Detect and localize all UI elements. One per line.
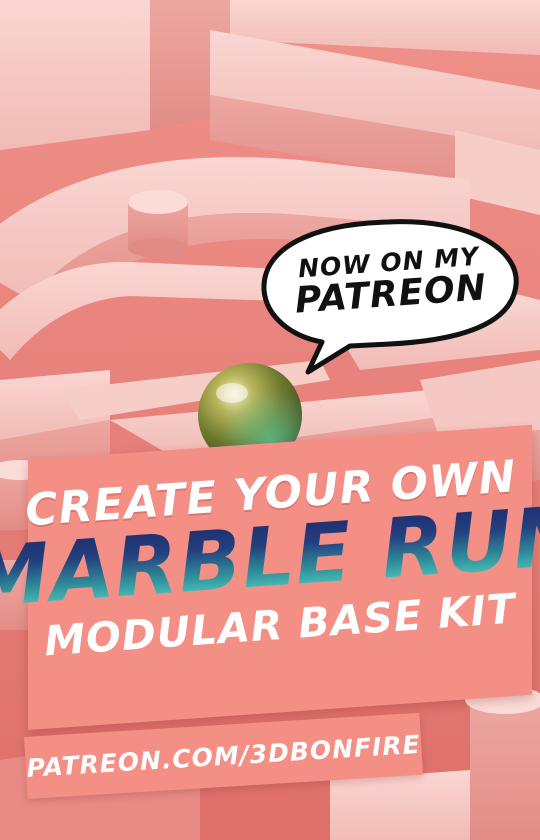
patreon-url[interactable]: PATREON.COM/3DBONFIRE bbox=[26, 729, 422, 782]
cylinder-peg bbox=[128, 190, 188, 258]
speech-bubble: NOW ON MY PATREON bbox=[258, 217, 521, 347]
title-text-group: CREATE YOUR OWN MARBLE RUN MODULAR BASE … bbox=[0, 445, 540, 747]
